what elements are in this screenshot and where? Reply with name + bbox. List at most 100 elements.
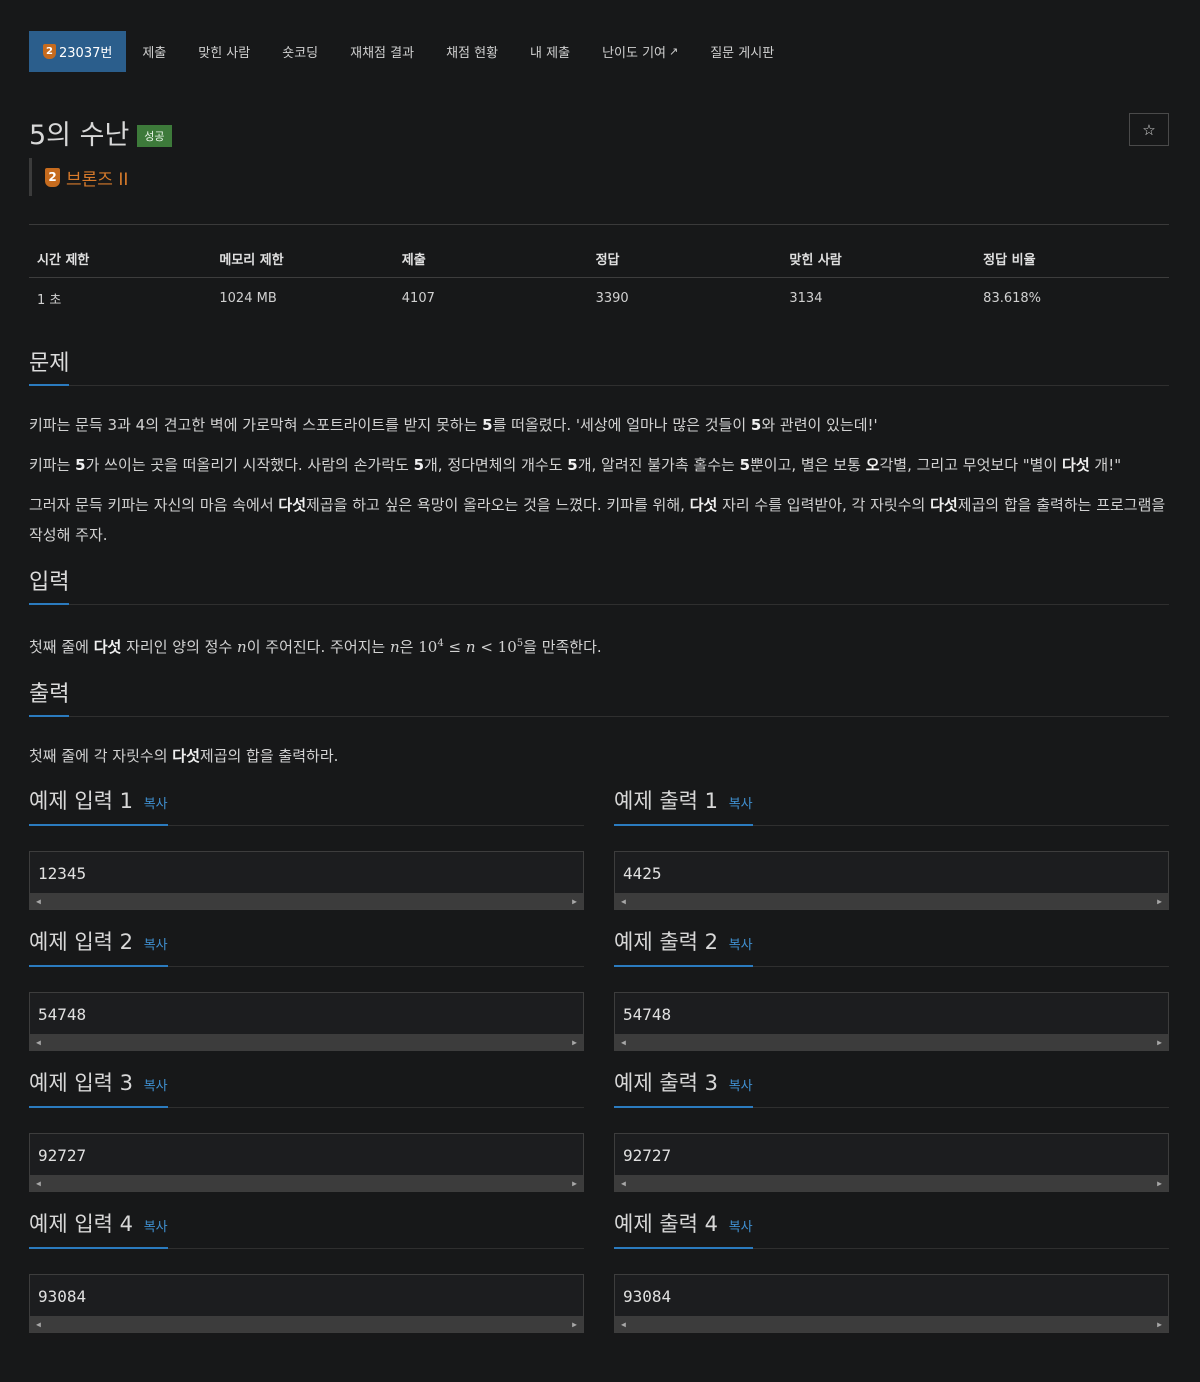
output-section-header: 출력 bbox=[29, 676, 1169, 717]
sample-label: 예제 입력 3 bbox=[29, 1071, 133, 1095]
horizontal-scrollbar[interactable]: ◀ ▶ bbox=[30, 1316, 583, 1332]
copy-button[interactable]: 복사 bbox=[729, 797, 753, 812]
input-description: 첫째 줄에 다섯 자리인 양의 정수 n이 주어진다. 주어지는 n은 104 … bbox=[29, 638, 602, 656]
info-header: 시간 제한 bbox=[29, 237, 212, 278]
sample-input-3: 예제 입력 3 복사 92727 ◀ ▶ bbox=[29, 1067, 584, 1192]
problem-section-header: 문제 bbox=[29, 345, 1169, 386]
sample-box: 92727 ◀ ▶ bbox=[614, 1133, 1169, 1192]
external-link-icon: ↗ bbox=[669, 45, 679, 58]
tab-rejudge-results[interactable]: 재채점 결과 bbox=[334, 31, 430, 72]
scroll-right-icon[interactable]: ▶ bbox=[572, 1179, 577, 1188]
sample-box: 54748 ◀ ▶ bbox=[29, 992, 584, 1051]
info-header: 정답 bbox=[587, 237, 782, 278]
star-button[interactable]: ☆ bbox=[1129, 113, 1169, 146]
sample-label: 예제 출력 2 bbox=[614, 930, 718, 954]
tab-status[interactable]: 채점 현황 bbox=[430, 31, 514, 72]
sample-input-2: 예제 입력 2 복사 54748 ◀ ▶ bbox=[29, 926, 584, 1051]
info-header: 맞힌 사람 bbox=[781, 237, 976, 278]
info-header: 정답 비율 bbox=[975, 237, 1169, 278]
sample-header: 예제 출력 2 복사 bbox=[614, 926, 1169, 967]
tab-difficulty-contribution[interactable]: 난이도 기여 ↗ bbox=[586, 31, 694, 72]
sample-box: 93084 ◀ ▶ bbox=[29, 1274, 584, 1333]
scroll-right-icon[interactable]: ▶ bbox=[572, 1038, 577, 1047]
sample-value: 4425 bbox=[623, 864, 662, 883]
scroll-left-icon[interactable]: ◀ bbox=[36, 897, 41, 906]
scroll-right-icon[interactable]: ▶ bbox=[1157, 1038, 1162, 1047]
info-header: 메모리 제한 bbox=[211, 237, 394, 278]
tab-question-board[interactable]: 질문 게시판 bbox=[694, 31, 790, 72]
copy-button[interactable]: 복사 bbox=[729, 938, 753, 953]
sample-value: 54748 bbox=[623, 1005, 672, 1024]
scroll-right-icon[interactable]: ▶ bbox=[1157, 1320, 1162, 1329]
problem-paragraph-2: 키파는 5가 쓰이는 곳을 떠올리기 시작했다. 사람의 손가락도 5개, 정다… bbox=[29, 456, 1122, 474]
sample-label: 예제 입력 2 bbox=[29, 930, 133, 954]
scroll-right-icon[interactable]: ▶ bbox=[1157, 897, 1162, 906]
sample-value: 12345 bbox=[38, 864, 87, 883]
sample-label: 예제 출력 1 bbox=[614, 789, 718, 813]
problem-page: 2 23037번 제출 맞힌 사람 숏코딩 재채점 결과 채점 현황 내 제출 … bbox=[29, 31, 1169, 1333]
sample-box: 93084 ◀ ▶ bbox=[614, 1274, 1169, 1333]
scroll-left-icon[interactable]: ◀ bbox=[621, 1038, 626, 1047]
tab-problem-label: 23037번 bbox=[59, 46, 113, 61]
copy-button[interactable]: 복사 bbox=[144, 938, 168, 953]
horizontal-scrollbar[interactable]: ◀ ▶ bbox=[615, 1316, 1168, 1332]
horizontal-scrollbar[interactable]: ◀ ▶ bbox=[615, 1175, 1168, 1191]
sample-grid: 예제 입력 1 복사 12345 ◀ ▶ 예제 출력 1 복사 4425 ◀ ▶ 예제 … bbox=[29, 785, 1169, 1333]
problem-paragraph-3: 그러자 문득 키파는 자신의 마음 속에서 다섯제곱을 하고 싶은 욕망이 올라… bbox=[29, 496, 1166, 544]
output-section-title: 출력 bbox=[29, 677, 70, 717]
copy-button[interactable]: 복사 bbox=[729, 1079, 753, 1094]
scroll-right-icon[interactable]: ▶ bbox=[572, 1320, 577, 1329]
copy-button[interactable]: 복사 bbox=[144, 797, 168, 812]
sample-box: 12345 ◀ ▶ bbox=[29, 851, 584, 910]
input-section-header: 입력 bbox=[29, 564, 1169, 605]
sample-header: 예제 출력 4 복사 bbox=[614, 1208, 1169, 1249]
sample-header: 예제 입력 4 복사 bbox=[29, 1208, 584, 1249]
sample-header: 예제 입력 3 복사 bbox=[29, 1067, 584, 1108]
problem-menu: 2 23037번 제출 맞힌 사람 숏코딩 재채점 결과 채점 현황 내 제출 … bbox=[29, 31, 1169, 72]
copy-button[interactable]: 복사 bbox=[144, 1220, 168, 1235]
scroll-left-icon[interactable]: ◀ bbox=[36, 1179, 41, 1188]
sample-box: 92727 ◀ ▶ bbox=[29, 1133, 584, 1192]
time-limit: 1 초 bbox=[37, 293, 62, 308]
bronze-tier-icon: 2 bbox=[45, 167, 60, 187]
scroll-left-icon[interactable]: ◀ bbox=[621, 897, 626, 906]
problem-paragraph-1: 키파는 문득 3과 4의 견고한 벽에 가로막혀 스포트라이트를 받지 못하는 … bbox=[29, 416, 878, 434]
scroll-left-icon[interactable]: ◀ bbox=[36, 1320, 41, 1329]
scroll-left-icon[interactable]: ◀ bbox=[36, 1038, 41, 1047]
tab-submit[interactable]: 제출 bbox=[126, 31, 182, 72]
tab-my-submissions[interactable]: 내 제출 bbox=[514, 31, 586, 72]
copy-button[interactable]: 복사 bbox=[144, 1079, 168, 1094]
horizontal-scrollbar[interactable]: ◀ ▶ bbox=[615, 893, 1168, 909]
scroll-left-icon[interactable]: ◀ bbox=[621, 1179, 626, 1188]
sample-value: 54748 bbox=[38, 1005, 87, 1024]
horizontal-scrollbar[interactable]: ◀ ▶ bbox=[30, 1175, 583, 1191]
sample-value: 92727 bbox=[38, 1146, 87, 1165]
tab-short-coding[interactable]: 숏코딩 bbox=[266, 31, 334, 72]
sample-value: 92727 bbox=[623, 1146, 672, 1165]
info-header-row: 시간 제한 메모리 제한 제출 정답 맞힌 사람 정답 비율 bbox=[29, 237, 1169, 278]
problem-info-table: 시간 제한 메모리 제한 제출 정답 맞힌 사람 정답 비율 1 초 1024 … bbox=[29, 237, 1169, 319]
sample-box: 4425 ◀ ▶ bbox=[614, 851, 1169, 910]
horizontal-scrollbar[interactable]: ◀ ▶ bbox=[30, 1034, 583, 1050]
accepted-ratio: 83.618% bbox=[983, 291, 1042, 306]
scroll-left-icon[interactable]: ◀ bbox=[621, 1320, 626, 1329]
sample-label: 예제 입력 4 bbox=[29, 1212, 133, 1236]
problem-tier: 2 브론즈 II bbox=[29, 158, 1169, 196]
horizontal-scrollbar[interactable]: ◀ ▶ bbox=[30, 893, 583, 909]
sample-output-3: 예제 출력 3 복사 92727 ◀ ▶ bbox=[614, 1067, 1169, 1192]
problem-section-title: 문제 bbox=[29, 346, 70, 386]
sample-output-4: 예제 출력 4 복사 93084 ◀ ▶ bbox=[614, 1208, 1169, 1333]
tab-problem[interactable]: 2 23037번 bbox=[29, 31, 127, 72]
tier-name[interactable]: 브론즈 II bbox=[66, 165, 128, 190]
scroll-right-icon[interactable]: ▶ bbox=[572, 897, 577, 906]
copy-button[interactable]: 복사 bbox=[729, 1220, 753, 1235]
star-icon: ☆ bbox=[1142, 120, 1156, 139]
horizontal-scrollbar[interactable]: ◀ ▶ bbox=[615, 1034, 1168, 1050]
input-section-title: 입력 bbox=[29, 565, 70, 605]
tab-solvers[interactable]: 맞힌 사람 bbox=[182, 31, 266, 72]
scroll-right-icon[interactable]: ▶ bbox=[1157, 1179, 1162, 1188]
problem-description: 키파는 문득 3과 4의 견고한 벽에 가로막혀 스포트라이트를 받지 못하는 … bbox=[29, 410, 1169, 550]
sample-value: 93084 bbox=[623, 1287, 672, 1306]
sample-header: 예제 입력 2 복사 bbox=[29, 926, 584, 967]
sample-value: 93084 bbox=[38, 1287, 87, 1306]
